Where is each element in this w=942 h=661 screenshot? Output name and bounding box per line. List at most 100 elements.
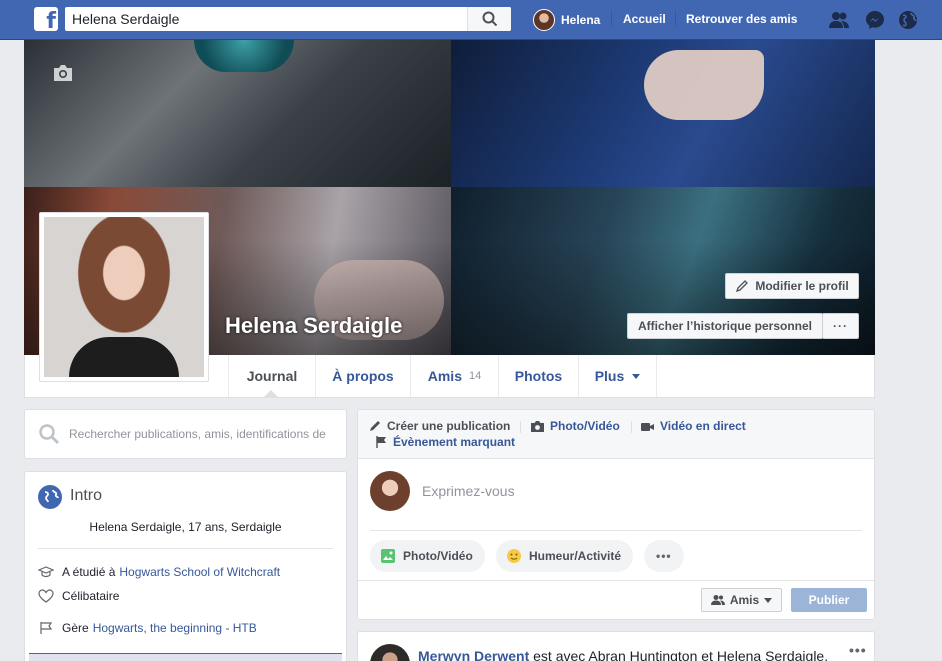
flag-icon [376,436,386,448]
composer-more-pill-label: ••• [656,549,672,563]
nav-home-link[interactable]: Accueil [623,12,666,26]
nav-find-friends-link[interactable]: Retrouver des amis [686,12,797,26]
composer-header: Créer une publication Photo/Vidéo Vidéo … [358,410,874,459]
timeline-search-input[interactable] [69,423,339,445]
audience-label: Amis [729,593,760,607]
publish-label: Publier [808,593,850,607]
intro-manages-prefix: Gère [62,621,89,635]
composer-text-input[interactable] [422,483,842,499]
tab-photos[interactable]: Photos [499,355,579,397]
post-author-avatar[interactable] [370,644,410,661]
intro-education-row: A étudié à Hogwarts School of Witchcraft [38,563,280,581]
cover-hand [644,50,764,120]
feed-post: Merwyn Derwent est avec Abran Huntington… [357,631,875,661]
composer-photo-video-pill[interactable]: Photo/Vidéo [370,540,485,572]
graduation-cap-icon [38,566,54,578]
nav-user-link[interactable]: Helena [533,7,600,33]
messenger-icon[interactable] [864,9,886,31]
nav-user-name: Helena [561,13,601,27]
live-video-label: Vidéo en direct [660,419,746,433]
post-header-text: Merwyn Derwent est avec Abran Huntington… [418,648,828,661]
tab-about[interactable]: À propos [316,355,411,397]
timeline-search-card [24,409,347,459]
nav-divider [675,11,676,27]
post-options-label: ••• [849,642,867,658]
photo-video-label: Photo/Vidéo [550,419,620,433]
intro-education-prefix: A étudié à [62,565,116,579]
cover-more-label: ··· [833,319,848,333]
profile-picture[interactable] [39,212,209,382]
post-author-link[interactable]: Merwyn Derwent [418,648,529,661]
tab-more[interactable]: Plus [579,355,657,397]
create-post-label: Créer une publication [387,419,511,433]
composer-avatar [370,471,410,511]
smiley-icon [507,549,521,563]
composer-divider [520,421,521,433]
post-tag-text: est avec Abran Huntington et Helena Serd… [529,648,829,661]
view-activity-log-label: Afficher l’historique personnel [637,319,813,333]
edit-profile-label: Modifier le profil [755,279,849,293]
friend-requests-icon[interactable] [828,9,850,31]
post-options-button[interactable]: ••• [849,642,867,658]
cover-more-button[interactable]: ··· [822,313,859,339]
flag-icon [40,622,53,634]
composer-divider [631,421,632,433]
composer-mood-pill-label: Humeur/Activité [529,549,622,563]
tab-more-label: Plus [594,368,625,384]
publish-button[interactable]: Publier [791,588,867,612]
intro-relationship-text: Célibataire [62,589,120,603]
search-icon [482,11,498,27]
view-activity-log-button[interactable]: Afficher l’historique personnel [627,313,823,339]
create-post-button[interactable]: Créer une publication [368,419,510,433]
top-navigation-bar: f Helena Accueil Retrouver des amis [0,0,942,40]
live-video-button[interactable]: Vidéo en direct [640,419,746,433]
composer-photo-video-pill-label: Photo/Vidéo [403,549,473,563]
nav-avatar [533,9,555,31]
facebook-logo-icon[interactable]: f [34,7,58,31]
tab-journal-label: Journal [246,368,298,384]
profile-picture-image [44,217,204,377]
friends-icon [710,595,725,605]
tab-about-label: À propos [332,368,394,384]
intro-card: Intro Helena Serdaigle, 17 ans, Serdaigl… [24,471,347,661]
top-search-box [65,7,511,31]
camera-icon [531,420,544,432]
active-tab-pointer [263,390,279,398]
intro-photos-strip[interactable] [29,653,342,661]
intro-divider [38,548,333,549]
friends-count: 14 [468,370,482,382]
tab-friends-label: Amis [427,368,462,384]
intro-education-school-link[interactable]: Hogwarts School of Witchcraft [119,565,280,579]
intro-bio: Helena Serdaigle, 17 ans, Serdaigle [89,520,282,534]
photo-icon [381,549,395,563]
composer-mood-pill[interactable]: Humeur/Activité [496,540,634,572]
heart-icon [38,589,54,603]
profile-name: Helena Serdaigle [225,313,403,338]
life-event-button[interactable]: Évènement marquant [374,435,515,449]
pencil-icon [370,421,380,431]
intro-title: Intro [70,487,103,504]
post-composer: Créer une publication Photo/Vidéo Vidéo … [357,409,875,620]
tab-friends[interactable]: Amis 14 [411,355,499,397]
chevron-down-icon [764,597,773,603]
edit-profile-button[interactable]: Modifier le profil [725,273,859,299]
notifications-globe-icon[interactable] [897,9,919,31]
globe-icon [38,485,62,509]
video-camera-icon [641,422,654,431]
life-event-label: Évènement marquant [393,435,516,449]
intro-manages-row: Gère Hogwarts, the beginning - HTB [38,619,257,637]
camera-icon[interactable] [52,64,74,82]
top-search-input[interactable] [65,7,460,31]
profile-picture-body [69,337,179,377]
tab-photos-label: Photos [514,368,563,384]
nav-divider [611,11,612,27]
composer-more-pill[interactable]: ••• [644,540,684,572]
intro-managed-page-link[interactable]: Hogwarts, the beginning - HTB [93,621,257,635]
composer-divider [370,530,862,531]
intro-relationship-row: Célibataire [38,587,119,605]
pencil-icon [736,280,749,293]
photo-video-button[interactable]: Photo/Vidéo [530,419,620,433]
audience-selector[interactable]: Amis [701,588,782,612]
top-search-button[interactable] [467,7,511,31]
search-icon [39,424,59,444]
